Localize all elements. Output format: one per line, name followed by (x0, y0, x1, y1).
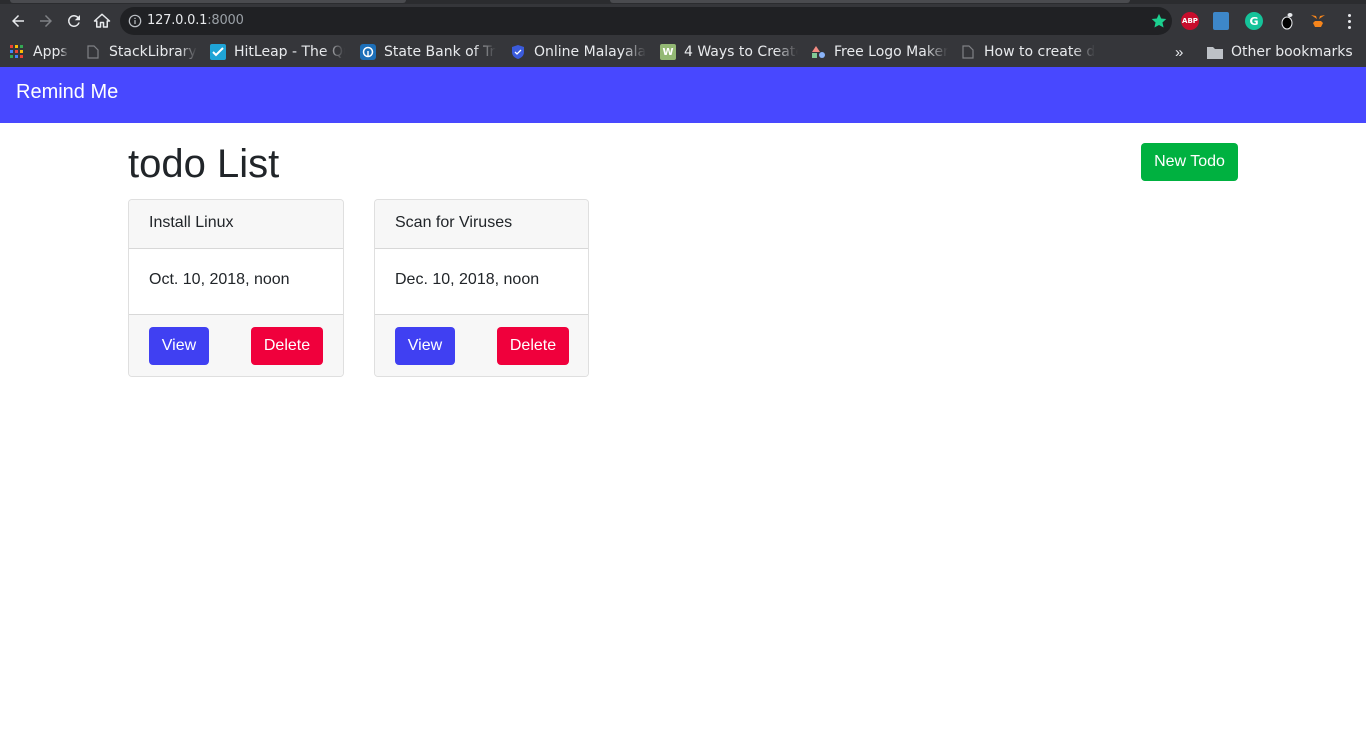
bookmark-online-malayalam[interactable]: Online Malayala (510, 41, 646, 63)
arrow-right-icon (40, 15, 52, 27)
todo-title: Scan for Viruses (395, 214, 513, 231)
delete-button[interactable]: Delete (251, 327, 323, 365)
folder-icon (1207, 44, 1223, 60)
browser-menu-icon[interactable] (1340, 11, 1358, 31)
other-bookmarks[interactable]: Other bookmarks (1207, 41, 1353, 63)
page-icon (960, 44, 976, 60)
hitleap-icon (210, 44, 226, 60)
wikihow-icon: W (660, 44, 676, 60)
metamask-icon[interactable] (1309, 12, 1327, 30)
apps-grid-icon (9, 44, 25, 60)
sbt-icon (360, 44, 376, 60)
bookmark-apps[interactable]: Apps (9, 41, 68, 63)
back-button[interactable] (6, 9, 30, 33)
bookmark-free-logo-maker[interactable]: Free Logo Maker (810, 41, 948, 63)
todo-title: Install Linux (149, 214, 234, 231)
todo-card: Install Linux Oct. 10, 2018, noon View D… (128, 199, 344, 377)
new-todo-button[interactable]: New Todo (1141, 143, 1238, 181)
card-body: Oct. 10, 2018, noon (129, 249, 343, 314)
url-port: :8000 (207, 13, 244, 28)
card-footer: View Delete (129, 314, 343, 376)
todo-date: Dec. 10, 2018, noon (395, 271, 540, 288)
view-button[interactable]: View (395, 327, 455, 365)
card-body: Dec. 10, 2018, noon (375, 249, 588, 314)
brand-link[interactable]: Remind Me (16, 81, 118, 104)
gnome-icon[interactable] (1277, 12, 1295, 30)
card-footer: View Delete (375, 314, 588, 376)
reader-icon[interactable] (1213, 12, 1229, 30)
app-navbar: Remind Me (0, 67, 1366, 123)
bookmarks-overflow-button[interactable]: » (1175, 41, 1183, 63)
reload-button[interactable] (62, 9, 86, 33)
adblock-icon[interactable]: ABP (1181, 12, 1199, 30)
todo-card: Scan for Viruses Dec. 10, 2018, noon Vie… (374, 199, 589, 377)
reload-icon (67, 14, 80, 27)
bookmark-state-bank[interactable]: State Bank of Tra (360, 41, 496, 63)
card-header: Scan for Viruses (375, 200, 588, 249)
view-button[interactable]: View (149, 327, 209, 365)
home-button[interactable] (90, 9, 114, 33)
bookmark-how-to-create[interactable]: How to create d (960, 41, 1098, 63)
arrow-left-icon (12, 15, 24, 27)
bookmark-4-ways[interactable]: W 4 Ways to Create (660, 41, 798, 63)
url-host: 127.0.0.1 (147, 13, 208, 28)
bookmark-stacklibrary[interactable]: StackLibrary (85, 41, 200, 63)
page-title: todo List (128, 142, 280, 186)
browser-tab[interactable] (10, 0, 406, 3)
logo-maker-icon (810, 44, 826, 60)
shield-icon (510, 44, 526, 60)
address-bar[interactable]: 127.0.0.1:8000 (120, 7, 1172, 35)
home-icon (93, 13, 111, 28)
browser-chrome: 127.0.0.1:8000 ABP G Apps StackLibrary H… (0, 0, 1366, 67)
todo-date: Oct. 10, 2018, noon (149, 271, 290, 288)
bookmark-hitleap[interactable]: HitLeap - The Qu (210, 41, 345, 63)
delete-button[interactable]: Delete (497, 327, 569, 365)
bookmarks-bar: Apps StackLibrary HitLeap - The Qu State… (0, 38, 1366, 67)
url-text[interactable]: 127.0.0.1:8000 (147, 13, 244, 28)
bookmark-star-icon[interactable] (1150, 12, 1168, 30)
page-icon (85, 44, 101, 60)
card-header: Install Linux (129, 200, 343, 249)
info-icon[interactable] (128, 14, 142, 28)
browser-toolbar: 127.0.0.1:8000 ABP G (0, 4, 1366, 38)
browser-tab[interactable] (610, 0, 1130, 3)
forward-button[interactable] (34, 9, 58, 33)
grammarly-icon[interactable]: G (1245, 12, 1263, 30)
